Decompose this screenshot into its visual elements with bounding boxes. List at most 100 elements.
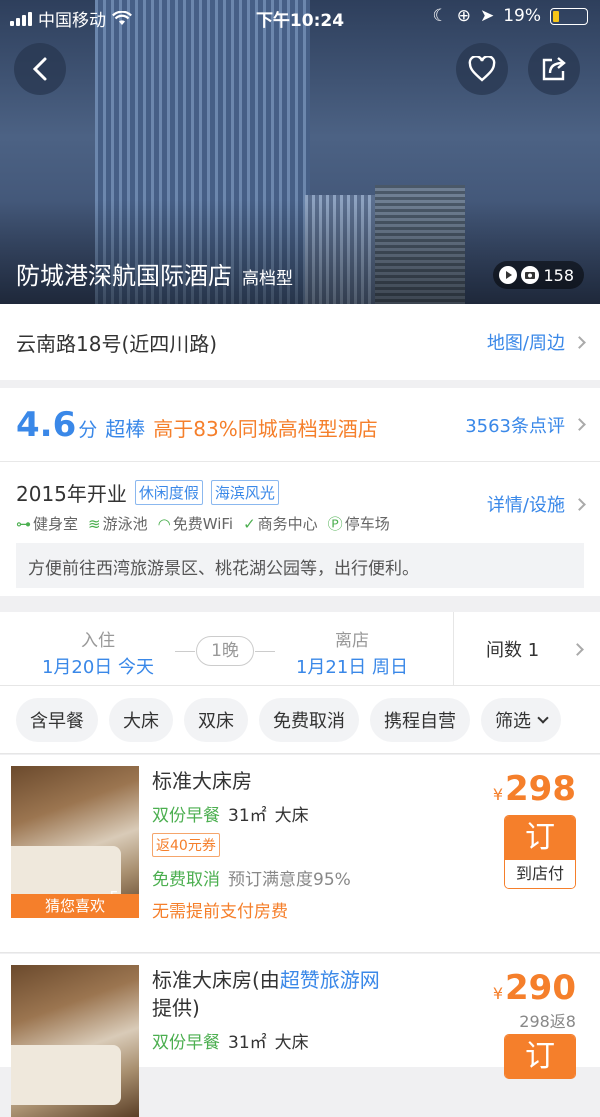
filter-free-cancel[interactable]: 免费取消 (259, 697, 359, 742)
moon-icon: ☾ (432, 6, 448, 26)
filter-king-bed[interactable]: 大床 (109, 697, 173, 742)
hotel-grade: 高档型 (242, 269, 293, 289)
recommend-ribbon: 猜您喜欢 (11, 894, 139, 918)
amenity-business: ✓ 商务中心 (243, 514, 318, 534)
room-name: 标准大床房(由超赞旅游网提供) (152, 966, 422, 1022)
provider-link[interactable]: 超赞旅游网 (280, 968, 380, 992)
rating-unit: 分 (78, 418, 98, 441)
room-name: 标准大床房 (152, 769, 252, 793)
hotel-title: 防城港深航国际酒店 高档型 (16, 256, 293, 291)
battery-icon (550, 7, 588, 25)
share-icon (542, 57, 566, 81)
heart-icon (468, 56, 496, 82)
room-count-picker[interactable]: 间数 1 (453, 612, 600, 686)
checkin-picker[interactable]: 入住 1月20日 今天 (28, 626, 168, 679)
chevron-right-icon (571, 642, 584, 656)
wifi-icon: ◠ (157, 514, 171, 533)
room-area: 31㎡ (228, 1033, 267, 1053)
divider-line (255, 651, 275, 652)
filter-twin-bed[interactable]: 双床 (184, 697, 248, 742)
hotel-info-card: 4.6 分 超棒 高于83%同城高档型酒店 3563条点评 2015年开业 休闲… (0, 388, 600, 596)
reviews-link-label: 3563条点评 (465, 415, 565, 437)
hotel-tag: 休闲度假 (134, 480, 203, 505)
free-cancel-label: 免费取消 (152, 870, 220, 890)
filter-more-button[interactable]: 筛选 (481, 697, 561, 742)
currency-symbol: ¥ (492, 984, 504, 1003)
room-list-item[interactable]: 5 猜您喜欢 标准大床房 双份早餐 31㎡ 大床 返40元券 免费取消 预订满意… (0, 755, 600, 953)
share-button[interactable] (528, 43, 580, 95)
room-price: ¥ 298 (493, 769, 576, 809)
divider-line (175, 651, 195, 652)
chevron-down-icon (537, 711, 549, 724)
amenity-wifi: ◠ 免费WiFi (157, 514, 234, 534)
room-price: ¥ 290 (493, 968, 576, 1008)
map-link-label: 地图/周边 (486, 333, 565, 354)
book-label: 订 (505, 816, 575, 860)
filter-breakfast[interactable]: 含早餐 (16, 697, 98, 742)
details-link-label: 详情/设施 (486, 495, 565, 516)
currency-symbol: ¥ (492, 785, 504, 804)
room-name-prefix: 标准大床房(由 (152, 968, 280, 992)
room-specs: 双份早餐 31㎡ 大床 (152, 801, 309, 826)
details-link[interactable]: 详情/设施 (486, 491, 586, 517)
check-circle-icon: ✓ (243, 514, 256, 533)
rating-row[interactable]: 4.6 分 超棒 高于83%同城高档型酒店 3563条点评 (0, 388, 600, 462)
date-selector: 入住 1月20日 今天 1晚 离店 1月21日 周日 间数 1 (0, 612, 600, 686)
room-specs: 双份早餐 31㎡ 大床 (152, 1028, 309, 1053)
checkout-date: 1月21日 周日 (295, 657, 409, 678)
rating-score: 4.6 (16, 404, 77, 445)
book-label: 订 (505, 1035, 575, 1079)
filter-more-label: 筛选 (495, 710, 531, 732)
pay-at-hotel-label: 到店付 (505, 860, 575, 888)
pay-note: 无需提前支付房费 (152, 902, 288, 922)
checkin-date: 1月20日 今天 (41, 657, 155, 678)
map-link[interactable]: 地图/周边 (486, 329, 586, 355)
room-photo-bed (11, 1045, 121, 1105)
coupon-badge: 返40元券 (152, 833, 220, 857)
address-row[interactable]: 云南路18号(近四川路) 地图/周边 (0, 304, 600, 380)
pool-icon: ≋ (88, 514, 101, 533)
checkout-label: 离店 (335, 631, 369, 651)
book-button[interactable]: 订 到店付 (504, 815, 576, 889)
satisfaction-label: 预订满意度95% (228, 870, 351, 890)
checkin-label: 入住 (81, 631, 115, 651)
bed-type: 大床 (274, 1033, 309, 1053)
rotation-lock-icon: ⊕ (456, 6, 471, 26)
hotel-address: 云南路18号(近四川路) (16, 331, 218, 356)
photo-gallery-button[interactable]: 158 (493, 261, 584, 289)
back-button[interactable] (14, 43, 66, 95)
room-list-item[interactable]: 标准大床房(由超赞旅游网 提供) 双份早餐 31㎡ 大床 ¥ 290 298返8 … (0, 954, 600, 1117)
hotel-hero-photo[interactable]: 中国移动 下午10:24 ☾ ⊕ ➤ 19% 防城港深航国际酒店 高档型 158 (0, 0, 600, 304)
bed-type: 大床 (274, 806, 309, 826)
filter-ctrip-self[interactable]: 携程自营 (370, 697, 470, 742)
checkout-picker[interactable]: 离店 1月21日 周日 (282, 626, 422, 679)
room-photo[interactable] (11, 965, 139, 1117)
hotel-name: 防城港深航国际酒店 (16, 262, 232, 290)
camera-icon (521, 266, 540, 284)
opened-year: 2015年开业 (16, 482, 127, 506)
original-price: 298返8 (519, 1012, 576, 1031)
photo-count: 158 (543, 265, 574, 285)
reviews-link[interactable]: 3563条点评 (465, 412, 586, 438)
book-button[interactable]: 订 (504, 1034, 576, 1079)
filter-bar: 含早餐 大床 双床 免费取消 携程自营 筛选 (0, 686, 600, 754)
location-icon: ➤ (479, 6, 495, 26)
room-name-suffix: 提供) (152, 996, 200, 1020)
rating-rank: 高于83%同城高档型酒店 (153, 416, 378, 441)
status-bar: 中国移动 下午10:24 ☾ ⊕ ➤ 19% (0, 0, 600, 34)
chevron-right-icon (573, 497, 586, 511)
chevron-left-icon (32, 57, 47, 81)
room-area: 31㎡ (228, 806, 267, 826)
room-photo[interactable]: 5 猜您喜欢 (11, 766, 139, 918)
play-icon (499, 266, 518, 284)
room-policy: 免费取消 预订满意度95% (152, 865, 351, 890)
price-value: 298 (505, 769, 576, 809)
favorite-button[interactable] (456, 43, 508, 95)
dumbbell-icon: ⊶ (16, 514, 31, 533)
hotel-tag: 海滨风光 (210, 480, 279, 505)
room-count-label: 间数 1 (486, 640, 540, 661)
chevron-right-icon (573, 335, 586, 349)
amenity-pool: ≋ 游泳池 (88, 514, 148, 534)
rating-label: 超棒 (105, 416, 146, 441)
chevron-right-icon (573, 418, 586, 431)
